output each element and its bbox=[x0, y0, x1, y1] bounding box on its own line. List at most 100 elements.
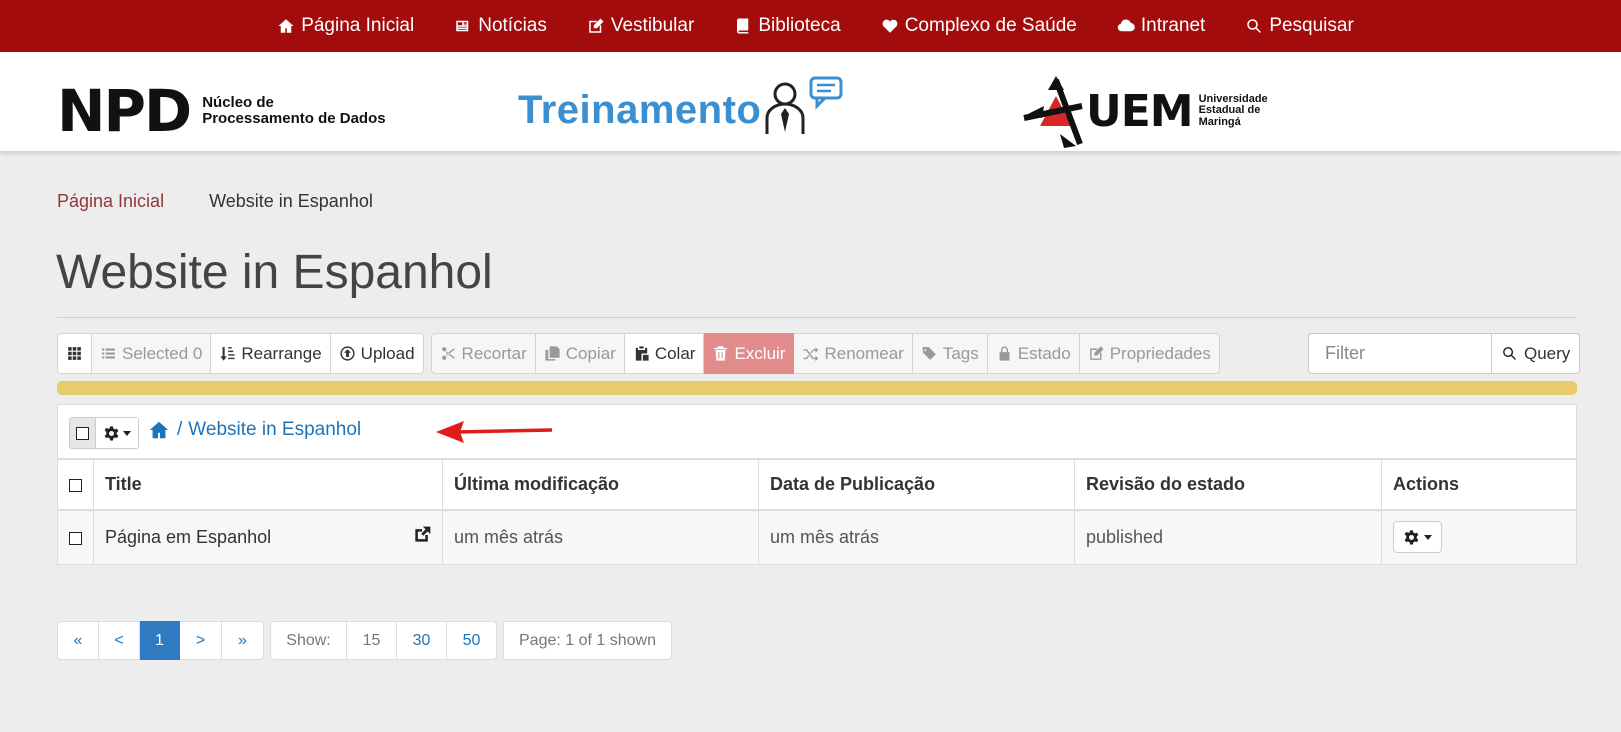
path-bar: / Website in Espanhol bbox=[57, 404, 1577, 459]
page-size-15[interactable]: 15 bbox=[347, 621, 397, 660]
nav-item-vestibular[interactable]: Vestibular bbox=[587, 15, 694, 37]
page-size-50[interactable]: 50 bbox=[447, 621, 497, 660]
column-actions: Actions bbox=[1381, 459, 1577, 511]
annotation-arrow-icon bbox=[436, 421, 553, 443]
row-actions-button[interactable] bbox=[1393, 521, 1442, 554]
nav-item-intranet[interactable]: Intranet bbox=[1117, 15, 1205, 37]
breadcrumb-current: Website in Espanhol bbox=[209, 191, 373, 211]
clipboard-icon bbox=[635, 346, 649, 361]
row-checkbox[interactable] bbox=[57, 509, 94, 565]
row-modified: um mês atrás bbox=[442, 509, 759, 565]
nav-item-health[interactable]: Complexo de Saúde bbox=[881, 15, 1077, 37]
toolbar-group-main: Selected 0 Rearrange Upload bbox=[57, 333, 424, 374]
uem-logo[interactable]: UEM Universidade Estadual de Maringá bbox=[1020, 74, 1268, 148]
row-published: um mês atrás bbox=[758, 509, 1075, 565]
rearrange-button[interactable]: Rearrange bbox=[211, 333, 331, 374]
gear-icon bbox=[104, 425, 119, 440]
nav-item-news[interactable]: Notícias bbox=[454, 15, 547, 37]
state-button[interactable]: Estado bbox=[987, 333, 1080, 374]
toolbar-group-actions: Recortar Copiar Colar Excluir Renomear T… bbox=[430, 333, 1220, 374]
nav-item-home[interactable]: Página Inicial bbox=[277, 15, 414, 37]
delete-button[interactable]: Excluir bbox=[704, 333, 795, 374]
current-page-button[interactable]: 1 bbox=[140, 621, 180, 660]
properties-button[interactable]: Propriedades bbox=[1079, 333, 1220, 374]
rename-button[interactable]: Renomear bbox=[794, 333, 913, 374]
page-info-group: Page: 1 of 1 shown bbox=[503, 621, 672, 660]
selected-button[interactable]: Selected 0 bbox=[92, 333, 212, 374]
column-review-state[interactable]: Revisão do estado bbox=[1074, 459, 1382, 511]
training-logo[interactable]: Treinamento bbox=[518, 74, 849, 146]
progress-bar bbox=[57, 381, 1577, 395]
search-icon bbox=[1247, 19, 1262, 33]
checkbox-box bbox=[76, 426, 89, 440]
edit-icon bbox=[1089, 346, 1104, 360]
search-icon bbox=[1503, 347, 1517, 361]
trainer-speech-icon bbox=[765, 76, 843, 134]
cut-button[interactable]: Recortar bbox=[430, 333, 536, 374]
title-divider bbox=[57, 317, 1577, 318]
lock-icon bbox=[999, 346, 1010, 361]
pagination: « < 1 > » Show: 15 30 50 Page: 1 of 1 sh… bbox=[57, 621, 672, 660]
filter-input[interactable] bbox=[1308, 333, 1492, 374]
header-checkbox[interactable] bbox=[57, 459, 94, 511]
tags-icon bbox=[922, 347, 936, 360]
column-modified[interactable]: Última modificação bbox=[442, 459, 759, 511]
paste-button[interactable]: Colar bbox=[624, 333, 705, 374]
prev-page-button[interactable]: < bbox=[99, 621, 140, 660]
list-icon bbox=[102, 348, 115, 359]
copy-icon bbox=[545, 346, 560, 361]
checkbox-box bbox=[69, 478, 82, 492]
upload-icon bbox=[340, 346, 355, 361]
uem-logo-text: UEM bbox=[1086, 85, 1194, 137]
nav-item-search[interactable]: Pesquisar bbox=[1245, 15, 1354, 37]
progress-bar-fill bbox=[57, 381, 1577, 395]
select-all-checkbox[interactable] bbox=[70, 418, 96, 448]
column-settings-button[interactable] bbox=[57, 333, 92, 374]
path-separator: / bbox=[177, 419, 183, 440]
npd-subtitle: Núcleo de Processamento de Dados bbox=[202, 94, 386, 127]
book-icon bbox=[737, 18, 749, 34]
path-folder-link[interactable]: Website in Espanhol bbox=[188, 419, 361, 441]
edit-icon bbox=[589, 18, 604, 33]
contents-table: Title Última modificação Data de Publica… bbox=[57, 459, 1577, 565]
structure-toolbar: Selected 0 Rearrange Upload Recortar Cop… bbox=[57, 333, 1220, 374]
npd-logo-text: NPD bbox=[57, 77, 192, 145]
nav-item-library[interactable]: Biblioteca bbox=[734, 15, 841, 37]
site-header: NPD Núcleo de Processamento de Dados Tre… bbox=[0, 52, 1621, 151]
cloud-icon bbox=[1117, 19, 1135, 32]
page-title: Website in Espanhol bbox=[56, 246, 493, 299]
row-title-cell: Página em Espanhol bbox=[93, 509, 443, 565]
sort-icon bbox=[220, 347, 235, 361]
table-row: Página em Espanhol um mês atrás um mês a… bbox=[57, 509, 1577, 565]
column-published[interactable]: Data de Publicação bbox=[758, 459, 1075, 511]
show-label: Show: bbox=[270, 621, 347, 660]
page-size-30[interactable]: 30 bbox=[397, 621, 447, 660]
npd-logo[interactable]: NPD Núcleo de Processamento de Dados bbox=[57, 82, 386, 140]
external-link-icon[interactable] bbox=[412, 525, 432, 545]
checkbox-box bbox=[69, 531, 82, 545]
column-title[interactable]: Title bbox=[93, 459, 443, 511]
first-page-button[interactable]: « bbox=[57, 621, 99, 660]
home-icon[interactable] bbox=[147, 419, 171, 441]
gear-icon bbox=[1404, 530, 1419, 545]
select-all-group bbox=[69, 417, 139, 449]
shuffle-icon bbox=[803, 347, 819, 362]
trash-icon bbox=[714, 346, 728, 361]
page-nav-group: « < 1 > » bbox=[57, 621, 264, 660]
next-page-button[interactable]: > bbox=[180, 621, 222, 660]
current-path[interactable]: / Website in Espanhol bbox=[147, 419, 361, 441]
breadcrumb-home-link[interactable]: Página Inicial bbox=[57, 191, 164, 212]
chevron-down-icon bbox=[1424, 534, 1432, 540]
upload-button[interactable]: Upload bbox=[330, 333, 424, 374]
folder-actions-button[interactable] bbox=[96, 418, 138, 448]
row-title-link[interactable]: Página em Espanhol bbox=[105, 527, 271, 547]
tags-button[interactable]: Tags bbox=[912, 333, 988, 374]
breadcrumb: Página Inicial Website in Espanhol bbox=[57, 191, 373, 212]
query-button[interactable]: Query bbox=[1492, 333, 1581, 374]
home-icon bbox=[278, 19, 294, 33]
last-page-button[interactable]: » bbox=[222, 621, 264, 660]
newspaper-icon bbox=[456, 20, 469, 32]
grid-icon bbox=[68, 347, 81, 360]
heartbeat-icon bbox=[882, 19, 898, 33]
copy-button[interactable]: Copiar bbox=[535, 333, 625, 374]
